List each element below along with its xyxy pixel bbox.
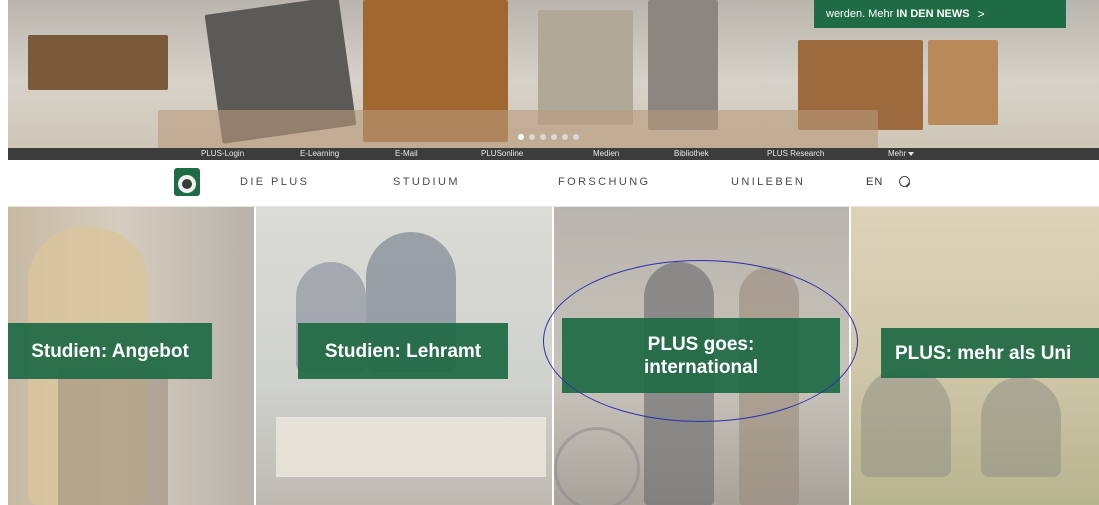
util-link-medien[interactable]: Medien — [593, 148, 619, 160]
page-frame: werden. Mehr IN DEN NEWS > PLUS-Login E-… — [8, 0, 1099, 505]
slider-dot[interactable] — [562, 134, 568, 140]
tile-image-figure — [981, 377, 1061, 477]
util-link-e-mail[interactable]: E-Mail — [395, 148, 418, 160]
tile-label: PLUS: mehr als Uni — [881, 328, 1099, 378]
hero-slider[interactable]: werden. Mehr IN DEN NEWS > — [8, 0, 1099, 148]
util-link-mehr-label: Mehr — [888, 149, 907, 158]
search-icon[interactable] — [899, 176, 910, 187]
news-text: werden. Mehr — [826, 8, 894, 20]
tile-studien-lehramt[interactable]: Studien: Lehramt — [256, 207, 552, 505]
tile-image-bicycle — [554, 427, 640, 505]
tile-label: Studien: Angebot — [8, 323, 212, 379]
hero-block — [538, 10, 633, 125]
language-switch[interactable]: EN — [866, 176, 883, 188]
util-link-mehr[interactable]: Mehr — [888, 148, 915, 160]
tile-studien-angebot[interactable]: Studien: Angebot — [8, 207, 254, 505]
nav-item-die-plus[interactable]: DIE PLUS — [240, 176, 309, 188]
slider-dot[interactable] — [551, 134, 557, 140]
seal-icon — [178, 175, 196, 193]
util-link-plus-login[interactable]: PLUS-Login — [201, 148, 244, 160]
util-link-plusonline[interactable]: PLUSonline — [481, 148, 523, 160]
caret-down-icon — [908, 151, 915, 156]
chevron-right-icon: > — [977, 7, 985, 21]
util-link-e-learning[interactable]: E-Learning — [300, 148, 339, 160]
tile-label: Studien: Lehramt — [298, 323, 508, 379]
slider-dot[interactable] — [518, 134, 524, 140]
tile-label-text: Studien: Lehramt — [324, 340, 482, 362]
tile-label-text: Studien: Angebot — [31, 340, 189, 362]
slider-dot[interactable] — [540, 134, 546, 140]
nav-item-studium[interactable]: STUDIUM — [393, 176, 460, 188]
annotation-ellipse — [543, 260, 858, 422]
tile-image-figure — [58, 367, 168, 505]
university-seal-logo[interactable] — [174, 168, 200, 196]
tile-image-table — [276, 417, 546, 477]
news-teaser[interactable]: werden. Mehr IN DEN NEWS > — [814, 0, 1066, 28]
hero-block — [28, 35, 168, 90]
tile-plus-mehr-als-uni[interactable]: PLUS: mehr als Uni — [851, 207, 1099, 505]
slider-dot[interactable] — [573, 134, 579, 140]
nav-item-forschung[interactable]: FORSCHUNG — [558, 176, 651, 188]
hero-block — [928, 40, 998, 125]
tile-label-text: PLUS: mehr als Uni — [895, 342, 1072, 364]
utility-bar: PLUS-Login E-Learning E-Mail PLUSonline … — [8, 148, 1099, 160]
slider-dots — [518, 134, 579, 140]
news-link[interactable]: IN DEN NEWS — [896, 8, 969, 20]
util-link-bibliothek[interactable]: Bibliothek — [674, 148, 709, 160]
util-link-plus-research[interactable]: PLUS Research — [767, 148, 824, 160]
hero-block — [158, 110, 878, 148]
nav-item-unileben[interactable]: UNILEBEN — [731, 176, 805, 188]
tile-image-figure — [861, 367, 951, 477]
main-nav: DIE PLUS STUDIUM FORSCHUNG UNILEBEN EN — [8, 160, 1099, 207]
slider-dot[interactable] — [529, 134, 535, 140]
